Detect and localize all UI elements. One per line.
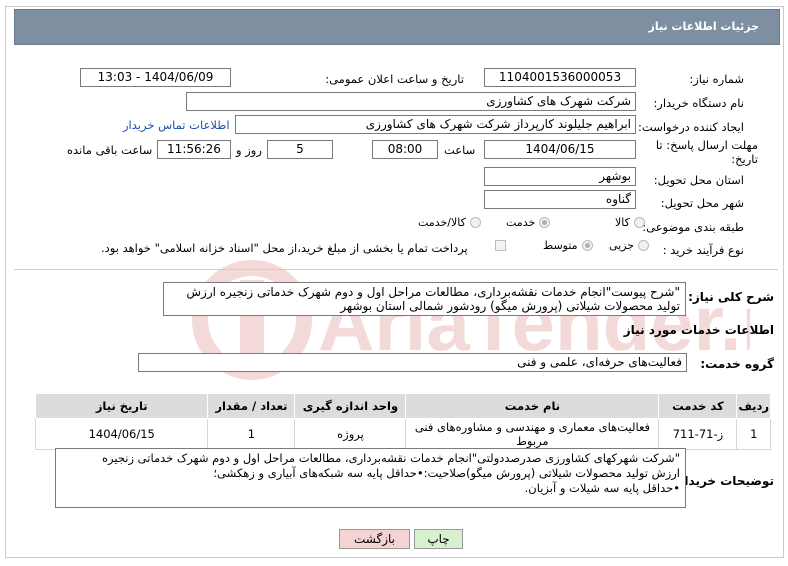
service-group-label: گروه خدمت: bbox=[700, 357, 774, 371]
announce-field[interactable]: 1404/06/09 - 13:03 bbox=[80, 68, 231, 87]
buyer-notes-textarea[interactable]: "شرکت شهرکهای کشاورزی صدرصددولتی"انجام خ… bbox=[55, 448, 686, 508]
service-group-field[interactable]: فعالیت‌های حرفه‌ای، علمی و فنی bbox=[138, 353, 687, 372]
buyer-org-label: نام دستگاه خریدار: bbox=[653, 96, 744, 110]
deadline-label: مهلت ارسال پاسخ: تا تاریخ: bbox=[655, 138, 758, 166]
divider bbox=[14, 269, 778, 270]
buyer-notes-line: ارزش تولید محصولات شیلاتی (پرورش میگو)صل… bbox=[213, 466, 680, 480]
category-label: طبقه بندی موضوعی: bbox=[642, 220, 744, 234]
col-name: نام خدمت bbox=[405, 393, 660, 419]
deadline-time-label: ساعت bbox=[444, 143, 476, 157]
province-label: استان محل تحویل: bbox=[653, 173, 744, 187]
days-field[interactable]: 5 bbox=[267, 140, 333, 159]
cell-row: 1 bbox=[736, 418, 771, 450]
radio-goods-service-icon[interactable] bbox=[469, 217, 481, 228]
radio-medium-icon[interactable] bbox=[581, 240, 593, 251]
col-unit: واحد اندازه گیری bbox=[294, 393, 407, 419]
treasury-checkbox[interactable] bbox=[495, 240, 506, 251]
category-option-service[interactable]: خدمت bbox=[506, 216, 551, 229]
col-qty: تعداد / مقدار bbox=[207, 393, 296, 419]
services-table: ردیف کد خدمت نام خدمت واحد اندازه گیری ت… bbox=[34, 393, 771, 450]
province-field[interactable]: بوشهر bbox=[484, 167, 636, 186]
buyer-notes-line: "شرکت شهرکهای کشاورزی صدرصددولتی"انجام خ… bbox=[102, 451, 680, 465]
need-number-field[interactable]: 1104001536000053 bbox=[484, 68, 636, 87]
buyer-notes-label: توضیحات خریدار: bbox=[672, 474, 774, 488]
city-field[interactable]: گناوه bbox=[484, 190, 636, 209]
cell-name: فعالیت‌های معماری و مهندسی و مشاوره‌های … bbox=[405, 418, 660, 450]
page-title: جزئیات اطلاعات نیاز bbox=[648, 20, 760, 33]
deadline-time-field[interactable]: 08:00 bbox=[372, 140, 438, 159]
print-button[interactable]: چاپ bbox=[414, 529, 463, 549]
radio-service-icon[interactable] bbox=[539, 217, 551, 228]
back-button[interactable]: بازگشت bbox=[339, 529, 410, 549]
description-label: شرح کلی نیاز: bbox=[688, 290, 774, 304]
creator-label: ایجاد کننده درخواست: bbox=[638, 120, 744, 134]
process-option-minor[interactable]: جزیی bbox=[609, 239, 650, 252]
creator-field[interactable]: ابراهیم جلیلوند کارپرداز شرکت شهرک های ک… bbox=[235, 115, 636, 134]
services-section-title: اطلاعات خدمات مورد نیاز bbox=[623, 323, 774, 337]
buyer-notes-line: •حداقل پایه سه شیلات و آبزیان. bbox=[524, 481, 680, 495]
radio-goods-icon[interactable] bbox=[633, 217, 645, 228]
category-option-goods[interactable]: کالا bbox=[615, 216, 645, 229]
col-row: ردیف bbox=[736, 393, 771, 419]
announce-label: تاریخ و ساعت اعلان عمومی: bbox=[325, 72, 464, 86]
cell-unit: پروژه bbox=[294, 418, 407, 450]
radio-minor-icon[interactable] bbox=[638, 240, 650, 251]
buyer-org-field[interactable]: شرکت شهرک های کشاورزی bbox=[186, 92, 636, 111]
process-label: نوع فرآیند خرید : bbox=[662, 243, 744, 257]
table-row: 1 ز-71-711 فعالیت‌های معماری و مهندسی و … bbox=[34, 418, 771, 450]
panel-header: جزئیات اطلاعات نیاز bbox=[14, 9, 780, 45]
remaining-time-field[interactable]: 11:56:26 bbox=[157, 140, 231, 159]
cell-code: ز-71-711 bbox=[658, 418, 738, 450]
payment-note: پرداخت تمام یا بخشی از مبلغ خرید،از محل … bbox=[101, 241, 468, 255]
process-option-medium[interactable]: متوسط bbox=[543, 239, 593, 252]
need-number-label: شماره نیاز: bbox=[689, 72, 744, 86]
deadline-date-field[interactable]: 1404/06/15 bbox=[484, 140, 636, 159]
col-code: کد خدمت bbox=[658, 393, 738, 419]
remaining-label: ساعت باقی مانده bbox=[67, 143, 153, 157]
buyer-contact-link[interactable]: اطلاعات تماس خریدار bbox=[123, 118, 230, 132]
cell-qty: 1 bbox=[207, 418, 296, 450]
cell-date: 1404/06/15 bbox=[34, 418, 209, 450]
description-textarea[interactable]: "شرح پیوست"انجام خدمات نقشه‌برداری، مطال… bbox=[163, 282, 686, 316]
services-table-header: ردیف کد خدمت نام خدمت واحد اندازه گیری ت… bbox=[34, 393, 771, 419]
col-date: تاریخ نیاز bbox=[34, 393, 209, 419]
days-label: روز و bbox=[236, 143, 262, 157]
category-option-goods-service[interactable]: کالا/خدمت bbox=[418, 216, 481, 229]
city-label: شهر محل تحویل: bbox=[660, 196, 744, 210]
